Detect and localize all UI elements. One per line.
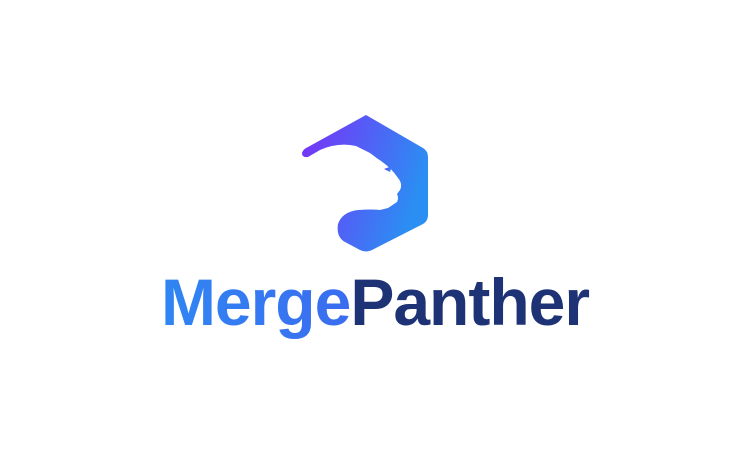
panther-hexagon-icon (300, 112, 430, 252)
brand-wordmark: MergePanther (0, 262, 750, 342)
logo-canvas: MergePanther (0, 0, 750, 450)
brand-name-panther: Panther (350, 265, 590, 339)
brand-name-merge: Merge (160, 265, 351, 339)
